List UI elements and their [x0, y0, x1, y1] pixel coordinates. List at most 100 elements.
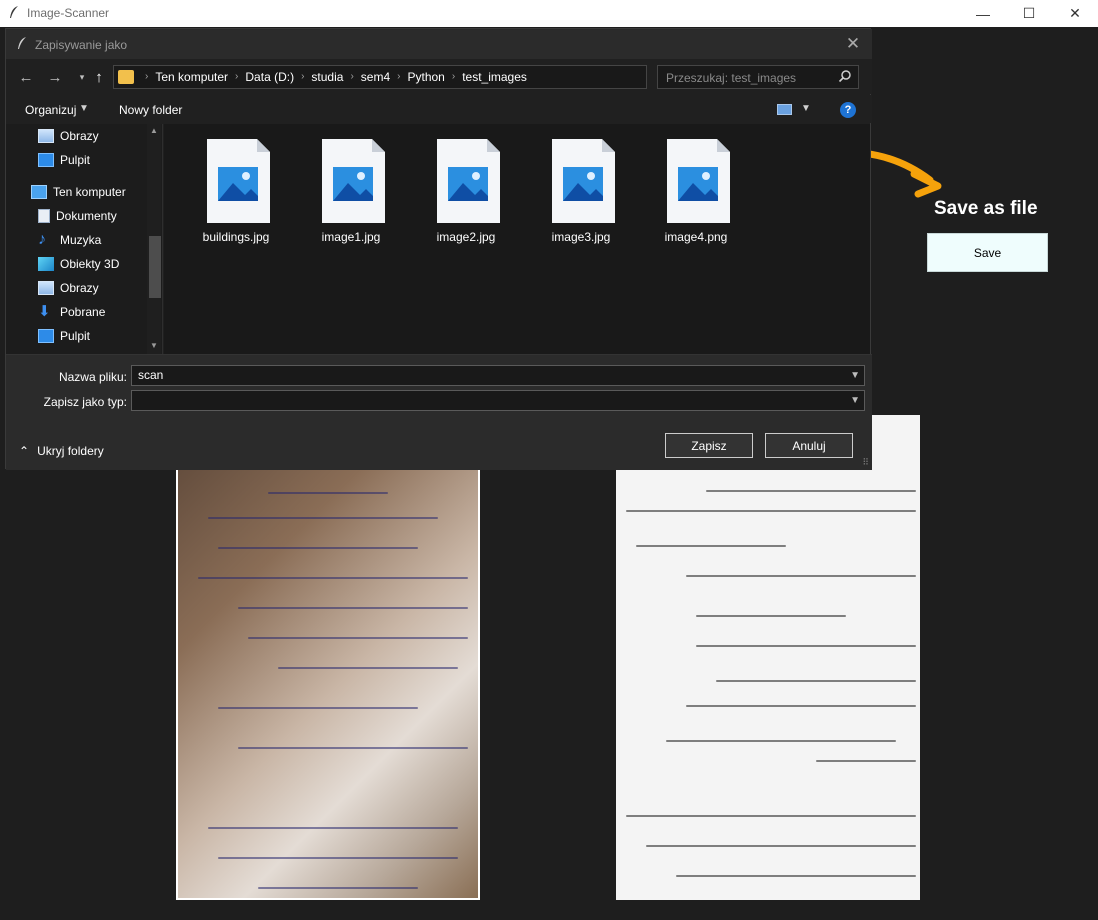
filename-field[interactable]: scan ▼: [131, 365, 865, 386]
nav-item[interactable]: ⬇ Pobrane: [38, 302, 105, 322]
hide-folders-toggle[interactable]: ⌃ Ukryj foldery: [19, 444, 104, 458]
chevron-down-icon[interactable]: ▼: [850, 366, 860, 385]
breadcrumb-item[interactable]: Ten komputer: [155, 70, 228, 84]
nav-item-label: Pulpit: [60, 329, 91, 343]
view-options-icon[interactable]: [777, 104, 792, 115]
chevron-right-icon[interactable]: ›: [397, 71, 400, 85]
recent-dropdown-icon[interactable]: ▾: [73, 68, 91, 86]
nav-item-label: Ten komputer: [53, 185, 126, 199]
nav-item-label: Pulpit: [60, 153, 91, 167]
dialog-save-button[interactable]: Zapisz: [665, 433, 753, 458]
documents-icon: [38, 209, 50, 223]
scroll-up-icon[interactable]: ▲: [150, 126, 158, 135]
file-item[interactable]: buildings.jpg: [186, 139, 286, 249]
file-item[interactable]: image4.png: [646, 139, 746, 249]
breadcrumb-item[interactable]: sem4: [361, 70, 390, 84]
dialog-bottom-panel: Nazwa pliku: scan ▼ Zapisz jako typ: ▼ Z…: [6, 354, 872, 470]
chevron-right-icon[interactable]: ›: [145, 71, 148, 85]
music-icon: ♪: [38, 231, 46, 248]
nav-item-label: Obrazy: [60, 281, 99, 295]
hide-folders-label: Ukryj foldery: [37, 444, 104, 458]
scanned-image: [616, 415, 920, 900]
search-input[interactable]: Przeszukaj: test_images: [657, 65, 859, 89]
pictures-icon: [38, 129, 54, 143]
save-as-file-heading: Save as file: [934, 198, 1038, 219]
dialog-close-button[interactable]: ✕: [842, 33, 864, 55]
dialog-toolbar: Organizuj ▼ Nowy folder ▼ ?: [6, 95, 872, 123]
search-icon[interactable]: [838, 69, 852, 83]
up-arrow-icon[interactable]: ↑: [90, 68, 108, 86]
filename-label: Nazwa pliku:: [58, 370, 127, 384]
folder-icon: [118, 70, 134, 84]
dialog-titlebar: Zapisywanie jako ✕: [6, 29, 872, 59]
breadcrumb-item[interactable]: studia: [311, 70, 343, 84]
filetype-select[interactable]: ▼: [131, 390, 865, 411]
chevron-right-icon[interactable]: ›: [452, 71, 455, 85]
scroll-down-icon[interactable]: ▼: [150, 341, 158, 350]
resize-grip-icon[interactable]: ⠿: [862, 457, 869, 468]
objects-3d-icon: [38, 257, 54, 271]
nav-item[interactable]: Obrazy: [38, 278, 99, 298]
dialog-title: Zapisywanie jako: [35, 38, 128, 52]
breadcrumb-item[interactable]: test_images: [462, 70, 527, 84]
navigation-scrollbar[interactable]: ▲ ▼: [147, 124, 161, 354]
image-file-icon: [207, 139, 270, 223]
address-bar[interactable]: › Ten komputer › Data (D:) › studia › sem4 › Pyth…: [113, 65, 746, 89]
pictures-icon: [38, 281, 54, 295]
file-name: image1.jpg: [321, 230, 381, 244]
nav-item[interactable]: ♪ Muzyka: [38, 230, 101, 250]
nav-item-label: Obiekty 3D: [60, 257, 120, 271]
chevron-down-icon[interactable]: ▼: [801, 103, 811, 114]
chevron-right-icon[interactable]: ›: [301, 71, 304, 85]
image-file-icon: [552, 139, 615, 223]
search-placeholder: Przeszukaj: test_images: [666, 71, 797, 85]
close-button[interactable]: ✕: [1052, 0, 1098, 27]
back-arrow-icon[interactable]: ←: [17, 68, 35, 86]
file-name: image4.png: [664, 230, 728, 244]
chevron-down-icon[interactable]: ▼: [850, 391, 860, 410]
file-item[interactable]: image3.jpg: [531, 139, 631, 249]
file-item[interactable]: image1.jpg: [301, 139, 401, 249]
forward-arrow-icon[interactable]: →: [46, 68, 64, 86]
scroll-thumb[interactable]: [149, 236, 161, 298]
image-file-icon: [322, 139, 385, 223]
cancel-button[interactable]: Anuluj: [765, 433, 853, 458]
nav-item-label: Muzyka: [60, 233, 102, 247]
breadcrumb-item[interactable]: Data (D:): [245, 70, 294, 84]
image-file-icon: [667, 139, 730, 223]
breadcrumb: › Ten komputer › Data (D:) › studia › sem4 › Pyth…: [138, 70, 527, 84]
organize-button[interactable]: Organizuj: [25, 103, 76, 117]
nav-item-label: Pobrane: [60, 305, 106, 319]
app-title: Image-Scanner: [27, 6, 110, 20]
save-button[interactable]: Save: [927, 233, 1048, 272]
desktop-icon: [38, 153, 54, 167]
nav-item[interactable]: Dokumenty: [38, 206, 117, 226]
maximize-button[interactable]: ☐: [1006, 0, 1052, 27]
minimize-button[interactable]: —: [960, 0, 1006, 27]
computer-icon: [31, 185, 47, 199]
chevron-up-icon: ⌃: [19, 444, 30, 458]
help-icon[interactable]: ?: [840, 102, 856, 118]
nav-item[interactable]: Ten komputer: [31, 182, 126, 202]
filename-value: scan: [138, 368, 164, 382]
chevron-right-icon[interactable]: ›: [235, 71, 238, 85]
chevron-right-icon[interactable]: ›: [350, 71, 353, 85]
nav-item-label: Dokumenty: [56, 209, 117, 223]
image-file-icon: [437, 139, 500, 223]
nav-item[interactable]: Pulpit: [38, 150, 90, 170]
nav-item-label: Obrazy: [60, 129, 99, 143]
nav-item[interactable]: Obrazy: [38, 126, 99, 146]
chevron-down-icon[interactable]: ▼: [79, 103, 89, 114]
downloads-icon: ⬇: [38, 303, 51, 320]
file-list: buildings.jpg image1.jpg image2.jpg image3.…: [164, 124, 870, 354]
new-folder-button[interactable]: Nowy folder: [119, 103, 182, 117]
app-titlebar: Image-Scanner — ☐ ✕: [0, 0, 1098, 27]
breadcrumb-item[interactable]: Python: [407, 70, 444, 84]
file-item[interactable]: image2.jpg: [416, 139, 516, 249]
nav-item[interactable]: Obiekty 3D: [38, 254, 119, 274]
file-name: buildings.jpg: [202, 230, 270, 244]
file-name: image2.jpg: [436, 230, 496, 244]
file-name: image3.jpg: [551, 230, 611, 244]
nav-item[interactable]: Pulpit: [38, 326, 90, 346]
navigation-bar: ← → ▾ ↑ › Ten komputer › Data (D:) › studia › s…: [6, 59, 872, 94]
